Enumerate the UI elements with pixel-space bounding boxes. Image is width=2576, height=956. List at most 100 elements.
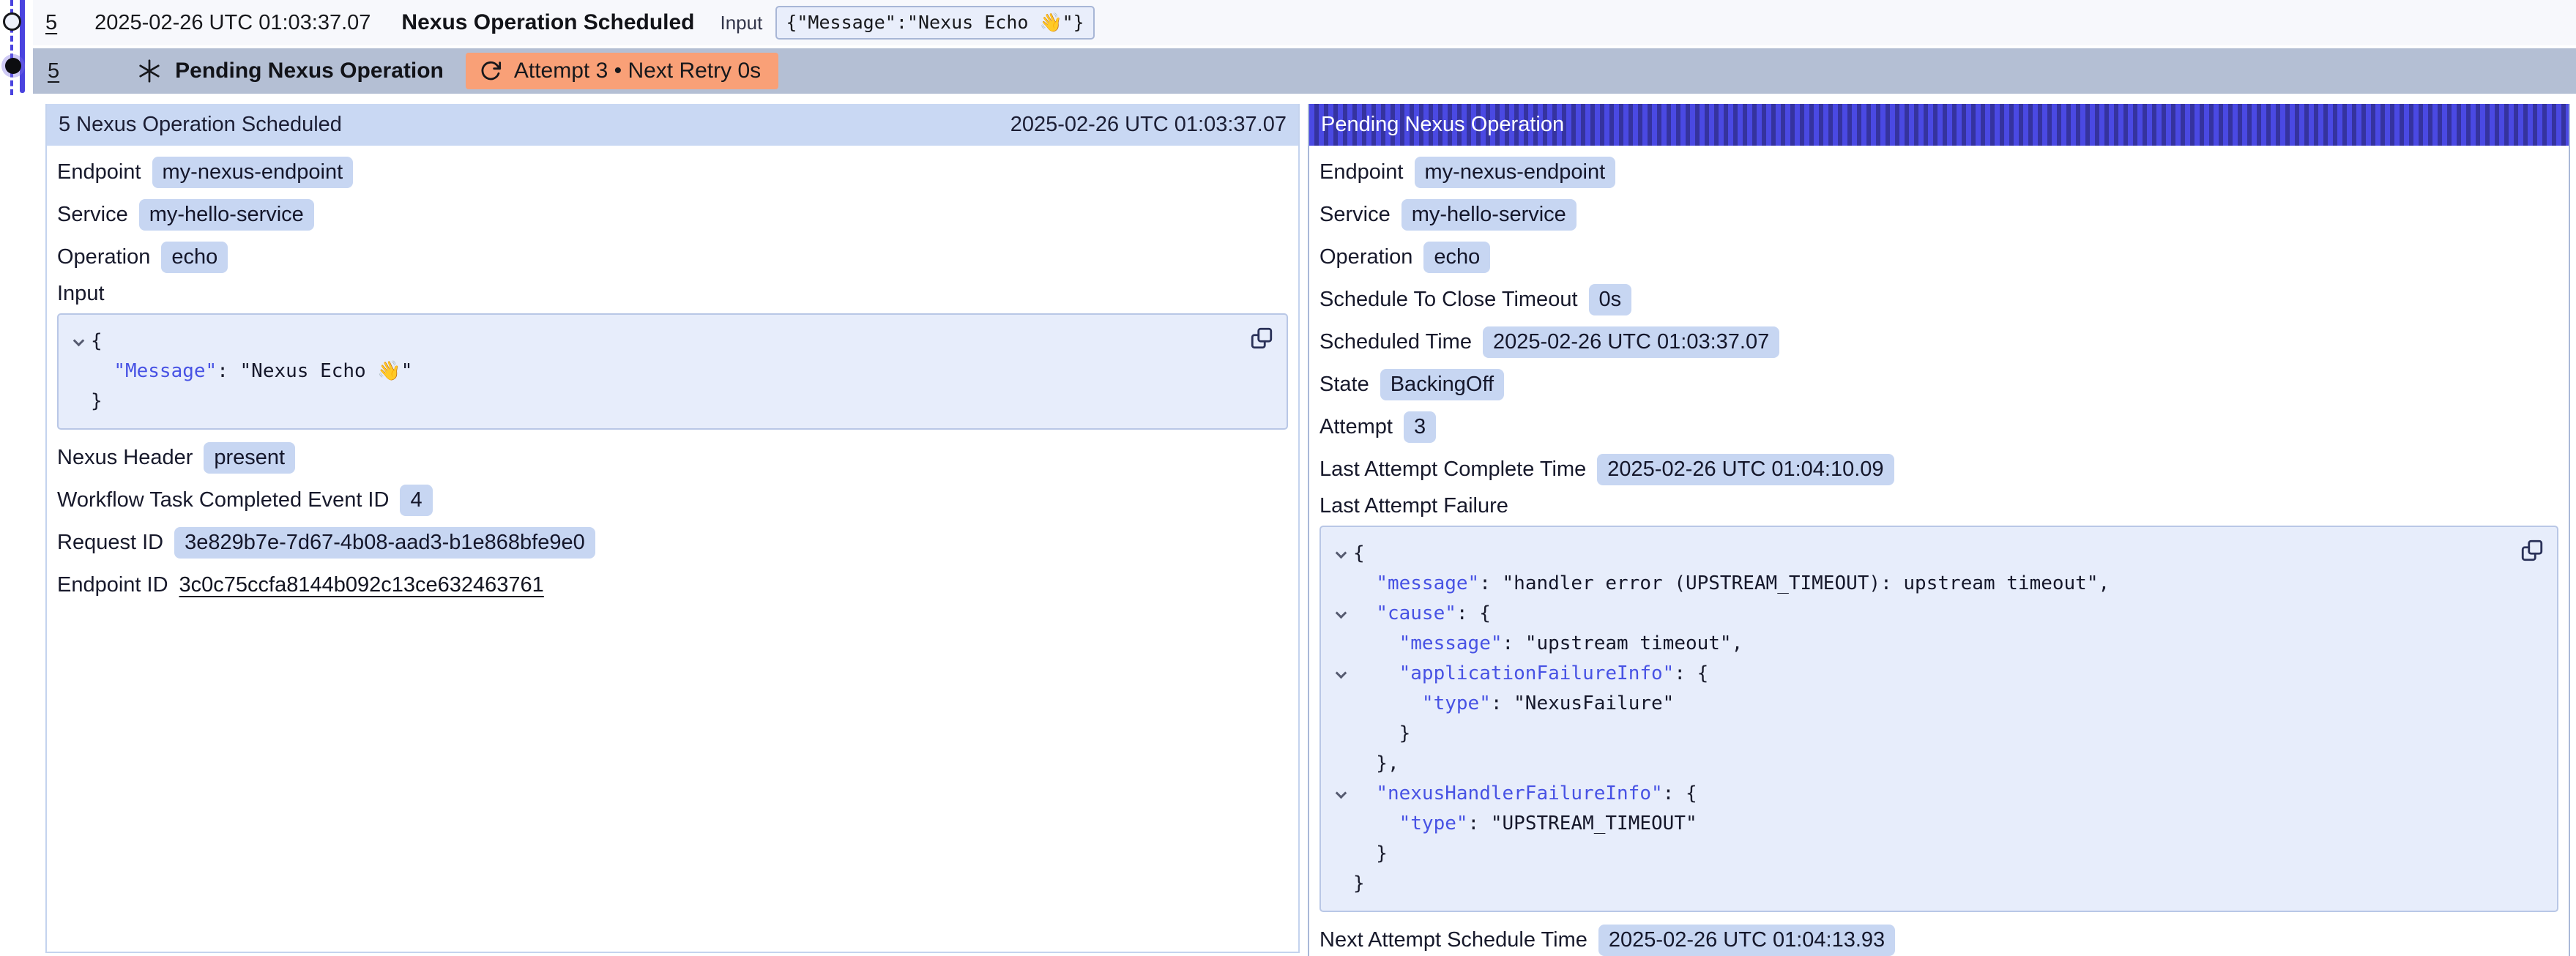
code-gutter <box>1328 869 1353 879</box>
scheduled-panel-title: 5 Nexus Operation Scheduled <box>59 113 342 137</box>
code-line: } <box>1328 839 2513 869</box>
code-text: { <box>1353 539 1365 569</box>
endpoint-id-label: Endpoint ID <box>57 573 168 597</box>
code-gutter <box>1328 689 1353 699</box>
wtce-field: Workflow Task Completed Event ID 4 <box>57 482 1288 518</box>
pending-title: Pending Nexus Operation <box>175 59 444 83</box>
code-gutter <box>66 356 91 367</box>
code-text: } <box>1353 719 1410 749</box>
next-attempt-label: Next Attempt Schedule Time <box>1319 928 1587 952</box>
collapse-chevron-icon[interactable] <box>1328 779 1353 797</box>
scheduled-panel-time: 2025-02-26 UTC 01:03:37.07 <box>1010 113 1287 137</box>
code-line: "message": "upstream timeout", <box>1328 629 2513 659</box>
copy-icon[interactable] <box>2519 537 2545 564</box>
collapse-chevron-icon[interactable] <box>1328 659 1353 677</box>
pending-operation-panel: Pending Nexus Operation Endpoint my-nexu… <box>1308 104 2570 956</box>
code-gutter <box>1328 749 1353 759</box>
code-line: "nexusHandlerFailureInfo": { <box>1328 779 2513 809</box>
code-line: { <box>1328 539 2513 569</box>
attempt-value-badge: 3 <box>1404 411 1436 443</box>
state-label: State <box>1319 373 1369 397</box>
code-gutter <box>1328 629 1353 639</box>
copy-icon[interactable] <box>1248 325 1275 351</box>
event-timestamp: 2025-02-26 UTC 01:03:37.07 <box>94 11 371 35</box>
event-id-link[interactable]: 5 <box>45 11 57 35</box>
code-line: { <box>66 326 1243 356</box>
nexus-header-label: Nexus Header <box>57 446 193 470</box>
last-attempt-failure-label: Last Attempt Failure <box>1319 494 2558 518</box>
endpoint-id-field: Endpoint ID 3c0c75ccfa8144b092c13ce63246… <box>57 567 1288 602</box>
schedule-to-close-field: Schedule To Close Timeout 0s <box>1319 282 2558 317</box>
active-event-indicator-bar <box>20 0 25 93</box>
endpoint-value-badge: my-nexus-endpoint <box>152 157 354 188</box>
endpoint-label: Endpoint <box>1319 160 1404 184</box>
event-input-label: Input <box>721 12 763 34</box>
input-section-label: Input <box>57 282 1288 306</box>
scheduled-time-field: Scheduled Time 2025-02-26 UTC 01:03:37.0… <box>1319 324 2558 359</box>
collapse-chevron-icon[interactable] <box>66 326 91 345</box>
event-marker-current-icon <box>5 58 21 74</box>
code-text: "applicationFailureInfo": { <box>1353 659 1708 689</box>
service-field: Service my-hello-service <box>57 197 1288 232</box>
code-line: } <box>66 386 1243 417</box>
collapse-chevron-icon[interactable] <box>1328 599 1353 617</box>
code-gutter <box>1328 809 1353 819</box>
attempt-field: Attempt 3 <box>1319 409 2558 444</box>
code-gutter <box>66 386 91 397</box>
code-line: "cause": { <box>1328 599 2513 629</box>
code-text: { <box>91 326 103 356</box>
endpoint-id-link[interactable]: 3c0c75ccfa8144b092c13ce632463761 <box>179 573 544 597</box>
event-input-preview-badge: {"Message":"Nexus Echo 👋"} <box>775 6 1094 40</box>
code-text: }, <box>1353 749 1399 779</box>
code-text: "type": "NexusFailure" <box>1353 689 1674 719</box>
event-title: Nexus Operation Scheduled <box>401 10 694 35</box>
input-json-block: { "Message": "Nexus Echo 👋"} <box>57 313 1288 430</box>
event-row-scheduled[interactable]: 5 2025-02-26 UTC 01:03:37.07 Nexus Opera… <box>33 0 2576 45</box>
endpoint-value-badge: my-nexus-endpoint <box>1415 157 1616 188</box>
next-attempt-field: Next Attempt Schedule Time 2025-02-26 UT… <box>1319 922 2558 956</box>
endpoint-field: Endpoint my-nexus-endpoint <box>57 154 1288 190</box>
service-value-badge: my-hello-service <box>1401 199 1577 231</box>
failure-json-block: { "message": "handler error (UPSTREAM_TI… <box>1319 526 2558 912</box>
service-field: Service my-hello-service <box>1319 197 2558 232</box>
operation-label: Operation <box>1319 245 1412 269</box>
pending-event-id-link[interactable]: 5 <box>48 59 59 83</box>
request-id-value-badge: 3e829b7e-7d67-4b08-aad3-b1e868bfe9e0 <box>174 527 595 559</box>
retry-badge-text: Attempt 3 • Next Retry 0s <box>514 59 761 83</box>
operation-value-badge: echo <box>161 242 228 273</box>
code-gutter <box>1328 839 1353 849</box>
endpoint-field: Endpoint my-nexus-endpoint <box>1319 154 2558 190</box>
event-marker-open-icon <box>3 12 21 31</box>
attempt-label: Attempt <box>1319 415 1393 439</box>
wtce-value-badge: 4 <box>400 485 432 516</box>
code-text: "Message": "Nexus Echo 👋" <box>91 356 412 386</box>
schedule-to-close-label: Schedule To Close Timeout <box>1319 288 1578 312</box>
pending-operation-row[interactable]: 5 Pending Nexus Operation Attempt 3 • Ne… <box>33 48 2576 94</box>
scheduled-time-value-badge: 2025-02-26 UTC 01:03:37.07 <box>1483 326 1779 358</box>
code-text: "message": "upstream timeout", <box>1353 629 1743 659</box>
scheduled-event-panel: 5 Nexus Operation Scheduled 2025-02-26 U… <box>45 104 1300 953</box>
nexus-header-value-badge: present <box>204 442 295 474</box>
last-attempt-complete-label: Last Attempt Complete Time <box>1319 458 1586 482</box>
code-line: } <box>1328 869 2513 899</box>
request-id-field: Request ID 3e829b7e-7d67-4b08-aad3-b1e86… <box>57 525 1288 560</box>
scheduled-panel-header: 5 Nexus Operation Scheduled 2025-02-26 U… <box>47 104 1298 146</box>
scheduled-time-label: Scheduled Time <box>1319 330 1472 354</box>
code-text: } <box>1353 869 1365 899</box>
detail-panels: 5 Nexus Operation Scheduled 2025-02-26 U… <box>45 104 2570 956</box>
code-text: "nexusHandlerFailureInfo": { <box>1353 779 1697 809</box>
service-label: Service <box>57 203 128 227</box>
operation-label: Operation <box>57 245 150 269</box>
state-value-badge: BackingOff <box>1380 369 1504 400</box>
code-line: }, <box>1328 749 2513 779</box>
code-line: } <box>1328 719 2513 749</box>
collapse-chevron-icon[interactable] <box>1328 539 1353 557</box>
pending-panel-header: Pending Nexus Operation <box>1309 104 2569 146</box>
code-text: "type": "UPSTREAM_TIMEOUT" <box>1353 809 1697 839</box>
pending-asterisk-icon <box>136 58 163 84</box>
code-text: } <box>91 386 103 417</box>
retry-icon <box>479 59 502 83</box>
operation-value-badge: echo <box>1423 242 1490 273</box>
next-attempt-value-badge: 2025-02-26 UTC 01:04:13.93 <box>1598 925 1895 956</box>
pending-panel-title: Pending Nexus Operation <box>1321 113 1564 137</box>
